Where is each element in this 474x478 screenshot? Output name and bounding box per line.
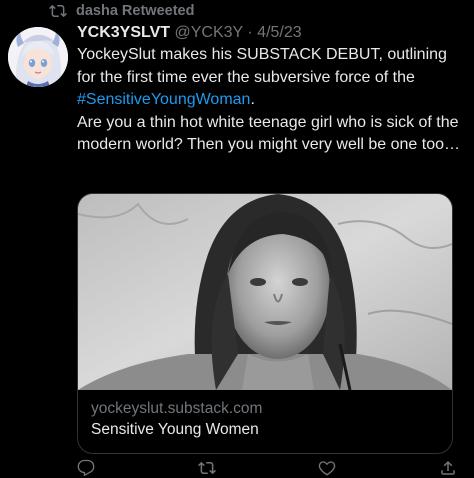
like-button[interactable] xyxy=(318,458,336,478)
retweet-button[interactable] xyxy=(197,458,216,478)
tweet-date[interactable]: 4/5/23 xyxy=(257,24,301,41)
like-icon xyxy=(319,461,336,476)
share-button[interactable] xyxy=(439,458,457,478)
avatar[interactable] xyxy=(8,27,68,87)
tweet-text: YockeySlut makes his SUBSTACK DEBUT, out… xyxy=(77,44,462,157)
retweet-indicator: dasha Retweeted xyxy=(48,1,194,21)
hashtag-link[interactable]: #SensitiveYoungWoman xyxy=(77,91,250,108)
card-domain[interactable]: yockeyslut.substack.com xyxy=(91,399,439,419)
card-meta: yockeyslut.substack.com Sensitive Young … xyxy=(78,390,452,441)
avatar-image xyxy=(8,27,68,87)
reply-icon xyxy=(77,459,95,477)
reply-button[interactable] xyxy=(77,458,95,478)
separator-dot: · xyxy=(247,24,253,41)
retweet-icon xyxy=(49,4,67,18)
retweet-label[interactable]: dasha Retweeted xyxy=(76,3,194,19)
retweet-icon xyxy=(197,461,216,475)
tweet-text-part1: YockeySlut makes his SUBSTACK DEBUT, out… xyxy=(77,46,447,86)
card-title[interactable]: Sensitive Young Women xyxy=(91,419,439,441)
display-name[interactable]: YCK3YSLVT xyxy=(77,24,170,41)
action-bar xyxy=(77,458,457,478)
tweet-text-part2: . xyxy=(250,91,255,108)
user-handle[interactable]: @YCK3Y xyxy=(175,24,243,41)
card-image xyxy=(78,194,452,390)
tweet-text-part3: Are you a thin hot white teenage girl wh… xyxy=(77,113,461,154)
share-icon xyxy=(441,460,455,475)
tweet[interactable]: YCK3YSLVT @YCK3Y · 4/5/23 YockeySlut mak… xyxy=(77,22,462,157)
link-card[interactable]: yockeyslut.substack.com Sensitive Young … xyxy=(77,193,453,454)
tweet-header: YCK3YSLVT @YCK3Y · 4/5/23 xyxy=(77,22,462,44)
